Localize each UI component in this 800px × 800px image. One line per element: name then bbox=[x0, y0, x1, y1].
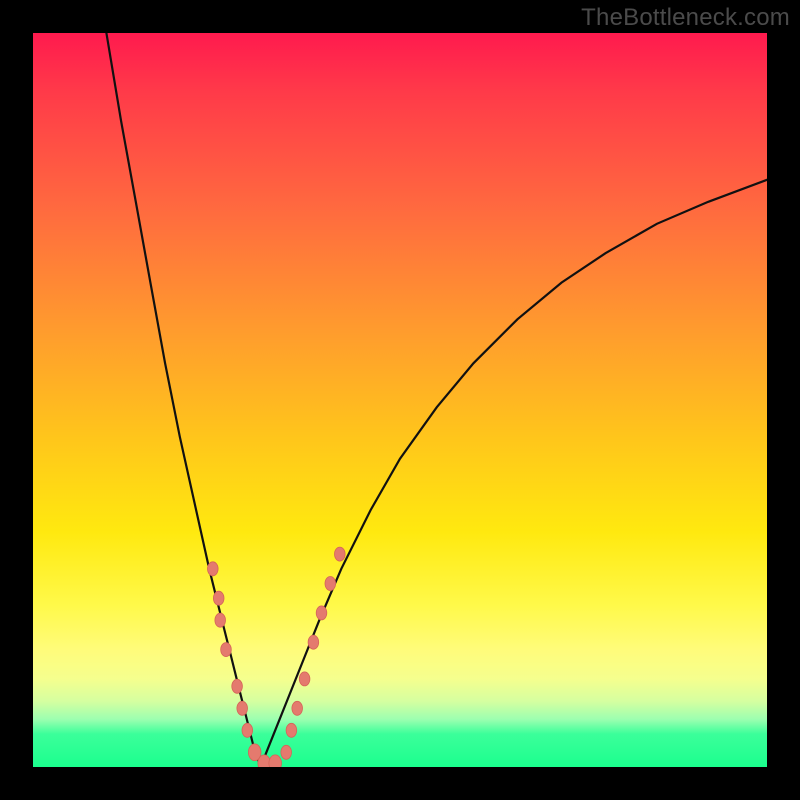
marker-point bbox=[316, 606, 327, 620]
marker-point bbox=[237, 701, 248, 715]
frame: TheBottleneck.com bbox=[0, 0, 800, 800]
marker-point bbox=[232, 679, 243, 693]
marker-point bbox=[325, 577, 336, 591]
marker-point bbox=[292, 701, 303, 715]
watermark-text: TheBottleneck.com bbox=[581, 4, 790, 32]
marker-point bbox=[221, 643, 232, 657]
marker-point bbox=[215, 613, 226, 627]
marker-point bbox=[213, 591, 224, 605]
curve-left-arm bbox=[106, 33, 260, 767]
marker-point bbox=[258, 755, 271, 767]
marker-point bbox=[242, 723, 253, 737]
marker-point bbox=[281, 745, 292, 759]
marker-point bbox=[248, 744, 261, 761]
marker-point bbox=[299, 672, 310, 686]
marker-point bbox=[308, 635, 319, 649]
marker-point bbox=[269, 755, 282, 767]
marker-point bbox=[335, 547, 346, 561]
chart-svg bbox=[33, 33, 767, 767]
plot-area bbox=[33, 33, 767, 767]
marker-point bbox=[208, 562, 219, 576]
curve-right-arm bbox=[261, 180, 768, 767]
marker-point bbox=[286, 723, 297, 737]
markers bbox=[208, 547, 346, 767]
